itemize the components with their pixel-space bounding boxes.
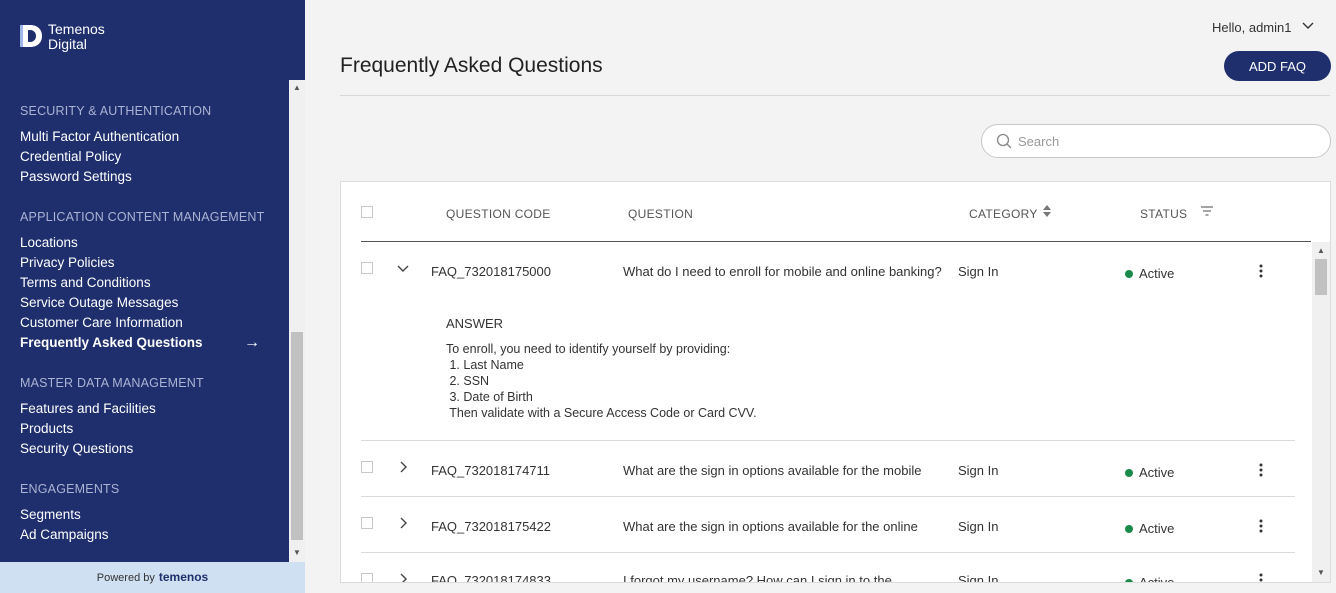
sidebar-item-privacy-policies[interactable]: Privacy Policies: [20, 255, 115, 270]
sidebar-item-multi-factor-authentication[interactable]: Multi Factor Authentication: [20, 129, 179, 144]
category: Sign In: [958, 573, 999, 583]
row-checkbox[interactable]: [361, 573, 373, 582]
question-code: FAQ_732018174833: [431, 573, 551, 583]
question-text: What do I need to enroll for mobile and …: [623, 264, 942, 279]
section-master-data-management: MASTER DATA MANAGEMENT: [20, 376, 204, 390]
add-faq-button[interactable]: ADD FAQ: [1224, 51, 1331, 81]
search-box[interactable]: [981, 124, 1331, 158]
status-badge: Active: [1125, 521, 1174, 536]
column-header-question[interactable]: QUESTION: [628, 207, 693, 221]
status-dot-icon: [1125, 525, 1133, 533]
sidebar-item-products[interactable]: Products: [20, 421, 73, 436]
temenos-footer-logo: temenos: [158, 570, 209, 584]
sidebar: Temenos Digital SECURITY & AUTHENTICATIO…: [0, 0, 305, 593]
question-text: I forgot my username? How can I sign in …: [623, 573, 892, 583]
chevron-right-icon[interactable]: [399, 461, 407, 476]
status-dot-icon: [1125, 579, 1133, 582]
question-text: What are the sign in options available f…: [623, 519, 918, 534]
column-header-category[interactable]: CATEGORY: [969, 207, 1038, 221]
sidebar-item-label: Frequently Asked Questions: [20, 335, 203, 350]
answer-text: To enroll, you need to identify yourself…: [446, 342, 757, 420]
table-scrollbar[interactable]: ▲ ▼: [1312, 242, 1330, 582]
sidebar-scrollbar[interactable]: ▲ ▼: [289, 80, 305, 562]
brand-line-2: Digital: [48, 36, 87, 52]
sidebar-item-credential-policy[interactable]: Credential Policy: [20, 149, 121, 164]
answer-title: ANSWER: [446, 316, 504, 331]
header-divider: [340, 95, 1330, 96]
category: Sign In: [958, 264, 999, 279]
chevron-down-icon[interactable]: [397, 262, 409, 277]
arrow-right-icon: →: [244, 334, 260, 351]
more-options-icon[interactable]: [1259, 463, 1263, 477]
status-dot-icon: [1125, 469, 1133, 477]
sidebar-item-frequently-asked-questions[interactable]: Frequently Asked Questions →: [20, 334, 260, 351]
section-application-content-management: APPLICATION CONTENT MANAGEMENT: [20, 210, 265, 224]
sidebar-item-customer-care-information[interactable]: Customer Care Information: [20, 315, 183, 330]
row-checkbox[interactable]: [361, 517, 373, 529]
status-badge: Active: [1125, 575, 1174, 582]
faq-table: QUESTION CODE QUESTION CATEGORY STATUS F…: [340, 181, 1331, 583]
question-code: FAQ_732018175000: [431, 264, 551, 279]
question-code: FAQ_732018174711: [431, 463, 551, 478]
temenos-logo-icon: [20, 25, 42, 47]
category: Sign In: [958, 519, 999, 534]
column-header-question-code[interactable]: QUESTION CODE: [446, 207, 551, 221]
column-header-status[interactable]: STATUS: [1140, 207, 1187, 221]
row-divider: [361, 440, 1295, 441]
powered-by-text: Powered by: [96, 572, 155, 584]
scroll-down-icon[interactable]: ▼: [1316, 568, 1326, 578]
sidebar-nav: SECURITY & AUTHENTICATION Multi Factor A…: [0, 80, 289, 562]
row-divider: [361, 496, 1295, 497]
sidebar-item-locations[interactable]: Locations: [20, 235, 78, 250]
sidebar-item-security-questions[interactable]: Security Questions: [20, 441, 133, 456]
question-text: What are the sign in options available f…: [623, 463, 922, 478]
chevron-down-icon[interactable]: [1302, 19, 1314, 33]
sidebar-item-password-settings[interactable]: Password Settings: [20, 169, 132, 184]
table-scrollbar-thumb[interactable]: [1315, 259, 1327, 295]
chevron-right-icon[interactable]: [399, 573, 407, 582]
sidebar-item-ad-campaigns[interactable]: Ad Campaigns: [20, 527, 109, 542]
sidebar-item-service-outage-messages[interactable]: Service Outage Messages: [20, 295, 178, 310]
sidebar-item-terms-and-conditions[interactable]: Terms and Conditions: [20, 275, 151, 290]
sidebar-scrollbar-thumb[interactable]: [291, 332, 303, 540]
section-engagements: ENGAGEMENTS: [20, 482, 120, 496]
row-divider: [361, 552, 1295, 553]
filter-icon[interactable]: [1201, 206, 1213, 216]
sidebar-item-segments[interactable]: Segments: [20, 507, 81, 522]
scroll-down-icon[interactable]: ▼: [292, 548, 302, 558]
status-badge: Active: [1125, 266, 1174, 281]
user-greeting[interactable]: Hello, admin1: [1212, 20, 1292, 35]
sidebar-item-features-and-facilities[interactable]: Features and Facilities: [20, 401, 156, 416]
sort-icon[interactable]: [1043, 205, 1051, 217]
more-options-icon[interactable]: [1259, 519, 1263, 533]
row-checkbox[interactable]: [361, 461, 373, 473]
brand-line-1: Temenos: [48, 21, 105, 37]
status-badge: Active: [1125, 465, 1174, 480]
search-input[interactable]: [1018, 131, 1318, 151]
page-title: Frequently Asked Questions: [340, 54, 603, 77]
logo: Temenos Digital: [20, 22, 105, 52]
more-options-icon[interactable]: [1259, 264, 1263, 278]
powered-by-footer: Powered by temenos: [0, 562, 305, 593]
question-code: FAQ_732018175422: [431, 519, 551, 534]
row-checkbox[interactable]: [361, 262, 373, 274]
table-header-line: [361, 241, 1311, 242]
scroll-up-icon[interactable]: ▲: [1316, 246, 1326, 256]
search-icon: [996, 133, 1012, 149]
status-dot-icon: [1125, 270, 1133, 278]
chevron-right-icon[interactable]: [399, 517, 407, 532]
section-security-authentication: SECURITY & AUTHENTICATION: [20, 104, 212, 118]
more-options-icon[interactable]: [1259, 573, 1263, 583]
select-all-checkbox[interactable]: [361, 206, 373, 218]
category: Sign In: [958, 463, 999, 478]
scroll-up-icon[interactable]: ▲: [292, 83, 302, 93]
